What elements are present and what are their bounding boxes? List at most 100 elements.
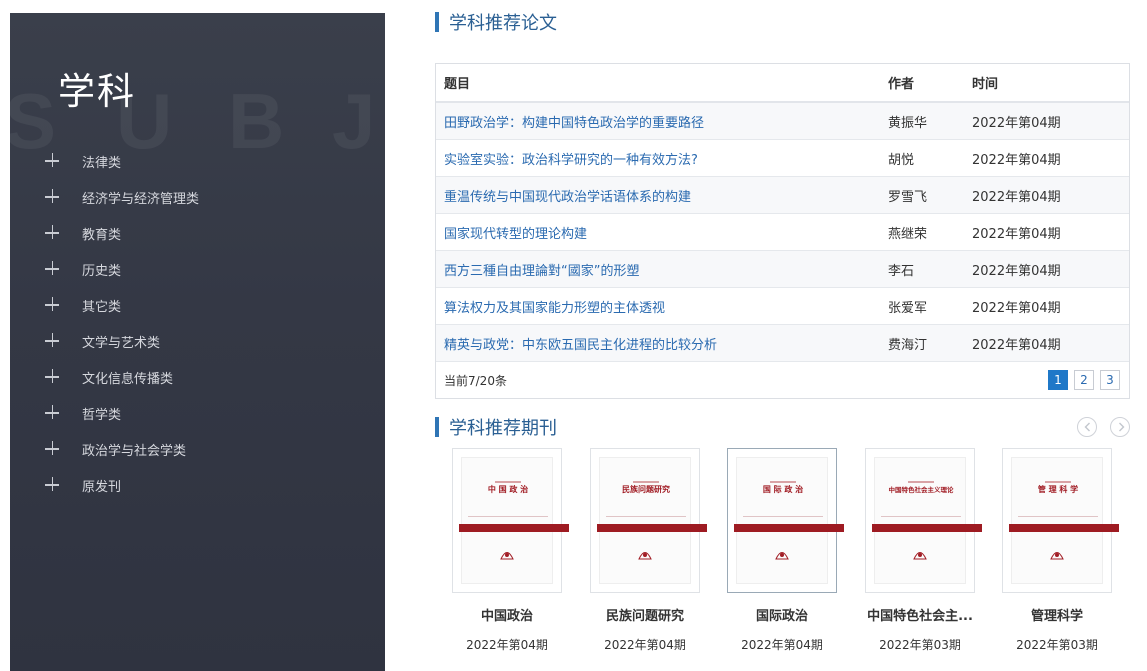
category-label: 原发刊 [82, 479, 122, 495]
cover-band [597, 524, 707, 532]
chevron-right-icon [1119, 422, 1125, 432]
header-author: 作者 [888, 77, 915, 92]
header-date: 时间 [972, 77, 999, 92]
journal-cover[interactable]: 中国特色社会主义理论 [865, 448, 982, 593]
journal-card[interactable]: 中 国 政 治 中国政治 2022年第04期 [452, 448, 569, 653]
journal-card[interactable]: 管 理 科 学 管理科学 2022年第03期 [1002, 448, 1119, 653]
paper-author: 费海汀 [888, 337, 928, 353]
paper-title-link[interactable]: 重温传统与中国现代政治学话语体系的构建 [436, 186, 888, 205]
plus-icon[interactable] [45, 297, 61, 313]
paper-date: 2022年第04期 [972, 152, 1061, 168]
cover-page: 中 国 政 治 [459, 457, 569, 584]
paper-author: 李石 [888, 263, 915, 279]
journal-cover[interactable]: 中 国 政 治 [452, 448, 569, 593]
journal-cover[interactable]: 国 际 政 治 [727, 448, 844, 593]
cover-band [459, 524, 569, 532]
sidebar-title: 学科 [58, 70, 136, 113]
paper-author: 胡悦 [888, 152, 915, 168]
seal-icon [1050, 552, 1064, 560]
paper-title-link[interactable]: 实验室实验：政治科学研究的一种有效方法? [436, 149, 888, 168]
page-button-2[interactable]: 2 [1074, 370, 1094, 390]
table-row: 重温传统与中国现代政治学话语体系的构建 罗雪飞 2022年第04期 [436, 177, 1129, 214]
carousel-prev-button[interactable] [1077, 417, 1097, 437]
cover-rule [743, 516, 823, 517]
paper-author: 燕继荣 [888, 226, 928, 242]
plus-icon[interactable] [45, 225, 61, 241]
table-header: 题目 作者 时间 [436, 64, 1129, 103]
journal-cover[interactable]: 民族问题研究 [590, 448, 707, 593]
cover-title: 中国特色社会主义理论 [888, 486, 954, 494]
cover-title: 管 理 科 学 [1037, 485, 1079, 494]
journal-name[interactable]: 民族问题研究 [590, 605, 700, 624]
page-button-1[interactable]: 1 [1048, 370, 1068, 390]
cover-rule [606, 516, 686, 517]
category-item[interactable]: 历史类 [10, 251, 385, 287]
paper-author: 黄振华 [888, 115, 928, 131]
subject-sidebar: S U B J 学科 法律类 经济学与经济管理类 教育类 历史类 其它类 文学与… [10, 13, 385, 671]
cover-band [872, 524, 982, 532]
plus-icon[interactable] [45, 405, 61, 421]
paper-title-link[interactable]: 精英与政党：中东欧五国民主化进程的比较分析 [436, 334, 888, 353]
header-title: 题目 [444, 77, 471, 92]
paper-title-link[interactable]: 国家现代转型的理论构建 [436, 223, 888, 242]
category-item[interactable]: 政治学与社会学类 [10, 431, 385, 467]
category-item[interactable]: 经济学与经济管理类 [10, 179, 385, 215]
plus-icon[interactable] [45, 189, 61, 205]
paper-title-link[interactable]: 西方三種自由理論對“國家”的形塑 [436, 260, 888, 279]
journal-name[interactable]: 中国政治 [452, 605, 562, 624]
journal-issue: 2022年第04期 [741, 638, 823, 652]
category-item[interactable]: 原发刊 [10, 467, 385, 503]
table-row: 实验室实验：政治科学研究的一种有效方法? 胡悦 2022年第04期 [436, 140, 1129, 177]
journal-issue: 2022年第03期 [1016, 638, 1098, 652]
plus-icon[interactable] [45, 261, 61, 277]
category-item[interactable]: 文学与艺术类 [10, 323, 385, 359]
journal-card[interactable]: 民族问题研究 民族问题研究 2022年第04期 [590, 448, 707, 653]
journal-card[interactable]: 中国特色社会主义理论 中国特色社会主... 2022年第03期 [865, 448, 982, 653]
journal-name[interactable]: 国际政治 [727, 605, 837, 624]
carousel-next-button[interactable] [1110, 417, 1130, 437]
paper-author: 张爱军 [888, 300, 928, 316]
category-label: 其它类 [82, 299, 122, 315]
category-item[interactable]: 文化信息传播类 [10, 359, 385, 395]
papers-table: 题目 作者 时间 田野政治学：构建中国特色政治学的重要路径 黄振华 2022年第… [435, 63, 1130, 399]
plus-icon[interactable] [45, 441, 61, 457]
table-row: 田野政治学：构建中国特色政治学的重要路径 黄振华 2022年第04期 [436, 103, 1129, 140]
papers-section-title: 学科推荐论文 [449, 13, 557, 34]
journal-cover[interactable]: 管 理 科 学 [1002, 448, 1119, 593]
table-footer: 当前7/20条 1 2 3 [436, 362, 1129, 398]
table-row: 西方三種自由理論對“國家”的形塑 李石 2022年第04期 [436, 251, 1129, 288]
table-row: 国家现代转型的理论构建 燕继荣 2022年第04期 [436, 214, 1129, 251]
category-item[interactable]: 其它类 [10, 287, 385, 323]
category-item[interactable]: 教育类 [10, 215, 385, 251]
chevron-left-icon [1084, 422, 1090, 432]
category-item[interactable]: 哲学类 [10, 395, 385, 431]
plus-icon[interactable] [45, 477, 61, 493]
journals-section-title: 学科推荐期刊 [449, 418, 557, 439]
cover-rule [881, 516, 961, 517]
plus-icon[interactable] [45, 369, 61, 385]
category-item[interactable]: 法律类 [10, 143, 385, 179]
paper-author: 罗雪飞 [888, 189, 928, 205]
journals-section-header: 学科推荐期刊 [435, 416, 557, 439]
cover-title: 国 际 政 治 [762, 485, 804, 494]
category-label: 文学与艺术类 [82, 335, 161, 351]
journal-issue: 2022年第03期 [879, 638, 961, 652]
seal-icon [913, 552, 927, 560]
page-button-3[interactable]: 3 [1100, 370, 1120, 390]
seal-icon [775, 552, 789, 560]
seal-icon [638, 552, 652, 560]
cover-rule [468, 516, 548, 517]
category-list: 法律类 经济学与经济管理类 教育类 历史类 其它类 文学与艺术类 文化信息传播类… [10, 143, 385, 503]
paper-title-link[interactable]: 算法权力及其国家能力形塑的主体透视 [436, 297, 888, 316]
plus-icon[interactable] [45, 153, 61, 169]
category-label: 哲学类 [82, 407, 122, 423]
paper-title-link[interactable]: 田野政治学：构建中国特色政治学的重要路径 [436, 112, 888, 131]
journal-name[interactable]: 中国特色社会主... [865, 605, 975, 624]
paper-date: 2022年第04期 [972, 263, 1061, 279]
pagination: 1 2 3 [1048, 370, 1120, 390]
journal-card[interactable]: 国 际 政 治 国际政治 2022年第04期 [727, 448, 844, 653]
journal-name[interactable]: 管理科学 [1002, 605, 1112, 624]
plus-icon[interactable] [45, 333, 61, 349]
cover-title: 民族问题研究 [622, 485, 670, 494]
paper-date: 2022年第04期 [972, 337, 1061, 353]
